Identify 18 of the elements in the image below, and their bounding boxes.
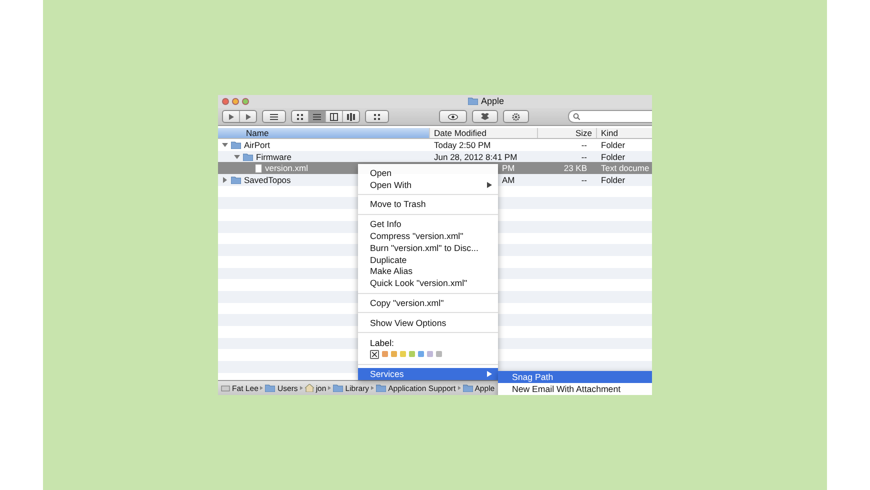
date-modified: PM	[502, 163, 515, 174]
file-name: AirPort	[244, 140, 270, 150]
file-kind: Folder	[601, 140, 626, 150]
date-modified: Today 2:50 PM	[434, 140, 491, 150]
window-title: Apple	[481, 96, 504, 106]
file-size: --	[581, 140, 587, 150]
file-size: --	[581, 152, 587, 162]
date-modified: Jun 28, 2012 8:41 PM	[434, 152, 518, 162]
file-kind: Folder	[601, 174, 626, 185]
file-name: version.xml	[265, 163, 308, 174]
file-kind: Text docume	[601, 163, 650, 174]
file-size: --	[581, 174, 587, 185]
file-kind: Folder	[601, 152, 626, 162]
date-modified: AM	[502, 174, 515, 185]
label-heading: Label:	[369, 336, 395, 348]
file-name: SavedTopos	[244, 174, 291, 185]
file-name: Firmware	[256, 152, 292, 162]
file-size: 23 KB	[564, 163, 587, 174]
